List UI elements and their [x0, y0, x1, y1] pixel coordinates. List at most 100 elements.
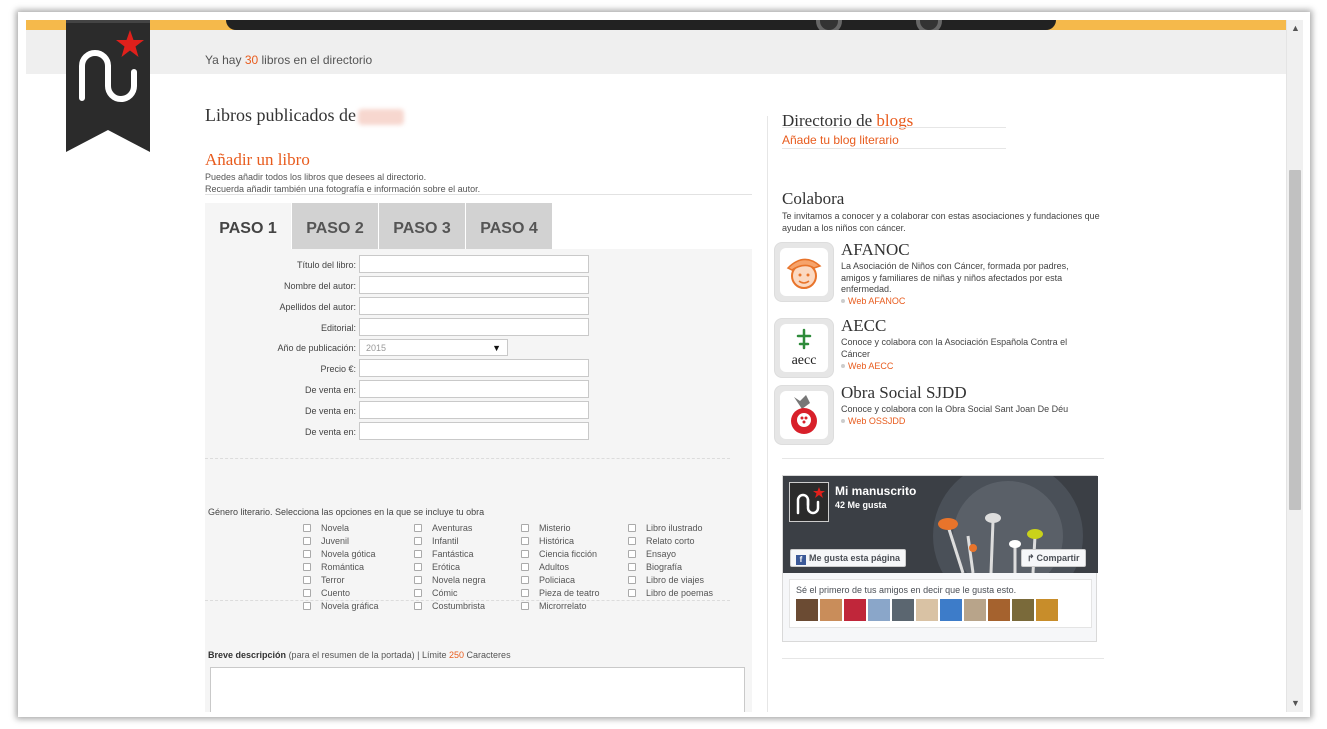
genre-checkbox[interactable]	[521, 576, 529, 584]
facebook-share-button[interactable]: ↱ Compartir	[1021, 549, 1086, 567]
genre-option[interactable]: Cómic	[414, 588, 458, 598]
description-textarea[interactable]	[210, 667, 745, 712]
genre-option[interactable]: Ensayo	[628, 549, 676, 559]
genre-checkbox[interactable]	[521, 589, 529, 597]
page-scrollbar[interactable]: ▲ ▼	[1286, 20, 1303, 712]
scroll-thumb[interactable]	[1289, 170, 1301, 510]
genre-checkbox[interactable]	[521, 524, 529, 532]
genre-checkbox[interactable]	[414, 576, 422, 584]
facebook-page-name[interactable]: Mi manuscrito	[835, 484, 916, 498]
genre-option[interactable]: Aventuras	[414, 523, 472, 533]
top-info-bar	[26, 30, 1286, 74]
genre-option[interactable]: Ciencia ficción	[521, 549, 597, 559]
aecc-logo[interactable]: aecc	[774, 318, 834, 378]
genre-option[interactable]: Libro ilustrado	[628, 523, 703, 533]
genre-checkbox[interactable]	[414, 537, 422, 545]
genre-label: Policiaca	[539, 575, 576, 585]
friend-avatar[interactable]	[988, 599, 1010, 621]
author-surname-input[interactable]	[359, 297, 589, 315]
genre-checkbox[interactable]	[303, 602, 311, 610]
year-select[interactable]: 2015 ▼	[359, 339, 508, 356]
org-web-link[interactable]: Web AECC	[841, 361, 893, 371]
genre-checkbox[interactable]	[303, 524, 311, 532]
genre-checkbox[interactable]	[628, 576, 636, 584]
genre-option[interactable]: Erótica	[414, 562, 460, 572]
friend-avatar[interactable]	[1036, 599, 1058, 621]
sjdd-logo[interactable]	[774, 385, 834, 445]
friend-avatar[interactable]	[868, 599, 890, 621]
genre-option[interactable]: Pieza de teatro	[521, 588, 600, 598]
genre-option[interactable]: Fantástica	[414, 549, 474, 559]
org-web-link[interactable]: Web AFANOC	[841, 296, 905, 306]
genre-checkbox[interactable]	[303, 589, 311, 597]
genre-checkbox[interactable]	[414, 524, 422, 532]
genre-checkbox[interactable]	[628, 537, 636, 545]
genre-option[interactable]: Terror	[303, 575, 345, 585]
genre-label: Erótica	[432, 562, 461, 572]
afanoc-logo[interactable]	[774, 242, 834, 302]
facebook-like-button[interactable]: f Me gusta esta página	[790, 549, 907, 567]
facebook-page-avatar[interactable]	[789, 482, 829, 522]
genre-checkbox[interactable]	[414, 589, 422, 597]
genre-option[interactable]: Biografía	[628, 562, 682, 572]
add-blog-link[interactable]: Añade tu blog literario	[782, 133, 899, 147]
sale-input-3[interactable]	[359, 422, 589, 440]
author-name-input[interactable]	[359, 276, 589, 294]
scroll-down-arrow-icon[interactable]: ▼	[1287, 695, 1304, 712]
friend-avatar[interactable]	[844, 599, 866, 621]
sale-input-1[interactable]	[359, 380, 589, 398]
genre-option[interactable]: Microrrelato	[521, 601, 587, 611]
genre-checkbox[interactable]	[628, 563, 636, 571]
friend-avatar[interactable]	[796, 599, 818, 621]
genre-checkbox[interactable]	[521, 563, 529, 571]
genre-option[interactable]: Policiaca	[521, 575, 575, 585]
genre-checkbox[interactable]	[521, 537, 529, 545]
genre-checkbox[interactable]	[628, 589, 636, 597]
genre-option[interactable]: Romántica	[303, 562, 364, 572]
genre-option[interactable]: Libro de poemas	[628, 588, 713, 598]
tab-step-1[interactable]: PASO 1	[205, 203, 291, 249]
org-web-link[interactable]: Web OSSJDD	[841, 416, 905, 426]
sale-input-2[interactable]	[359, 401, 589, 419]
genre-option[interactable]: Adultos	[521, 562, 569, 572]
friend-avatar[interactable]	[820, 599, 842, 621]
genre-checkbox[interactable]	[414, 602, 422, 610]
tab-step-3[interactable]: PASO 3	[379, 203, 465, 249]
friend-avatar[interactable]	[892, 599, 914, 621]
genre-checkbox[interactable]	[628, 524, 636, 532]
genre-checkbox[interactable]	[521, 602, 529, 610]
friend-avatar[interactable]	[1012, 599, 1034, 621]
genre-option[interactable]: Relato corto	[628, 536, 695, 546]
genre-checkbox[interactable]	[303, 550, 311, 558]
genre-checkbox[interactable]	[303, 537, 311, 545]
genre-option[interactable]: Costumbrista	[414, 601, 485, 611]
price-input[interactable]	[359, 359, 589, 377]
genre-option[interactable]: Histórica	[521, 536, 574, 546]
scroll-up-arrow-icon[interactable]: ▲	[1287, 20, 1304, 37]
publisher-input[interactable]	[359, 318, 589, 336]
facebook-cover[interactable]: Mi manuscrito 42 Me gusta f Me gusta esta…	[783, 476, 1098, 573]
genre-checkbox[interactable]	[628, 550, 636, 558]
genre-option[interactable]: Novela	[303, 523, 349, 533]
genre-option[interactable]: Misterio	[521, 523, 571, 533]
genre-label: Misterio	[539, 523, 571, 533]
genre-option[interactable]: Cuento	[303, 588, 350, 598]
genre-option[interactable]: Novela gótica	[303, 549, 376, 559]
tab-step-4[interactable]: PASO 4	[466, 203, 552, 249]
friend-avatar[interactable]	[964, 599, 986, 621]
genre-option[interactable]: Novela gráfica	[303, 601, 379, 611]
title-input[interactable]	[359, 255, 589, 273]
genre-checkbox[interactable]	[303, 563, 311, 571]
friend-avatar[interactable]	[916, 599, 938, 621]
genre-checkbox[interactable]	[414, 563, 422, 571]
genre-option[interactable]: Infantil	[414, 536, 459, 546]
genre-option[interactable]: Libro de viajes	[628, 575, 704, 585]
genre-option[interactable]: Novela negra	[414, 575, 486, 585]
genre-option[interactable]: Juvenil	[303, 536, 349, 546]
genre-checkbox[interactable]	[521, 550, 529, 558]
friend-avatar[interactable]	[940, 599, 962, 621]
tab-step-2[interactable]: PASO 2	[292, 203, 378, 249]
genre-checkbox[interactable]	[414, 550, 422, 558]
genre-checkbox[interactable]	[303, 576, 311, 584]
site-logo[interactable]	[66, 20, 150, 152]
